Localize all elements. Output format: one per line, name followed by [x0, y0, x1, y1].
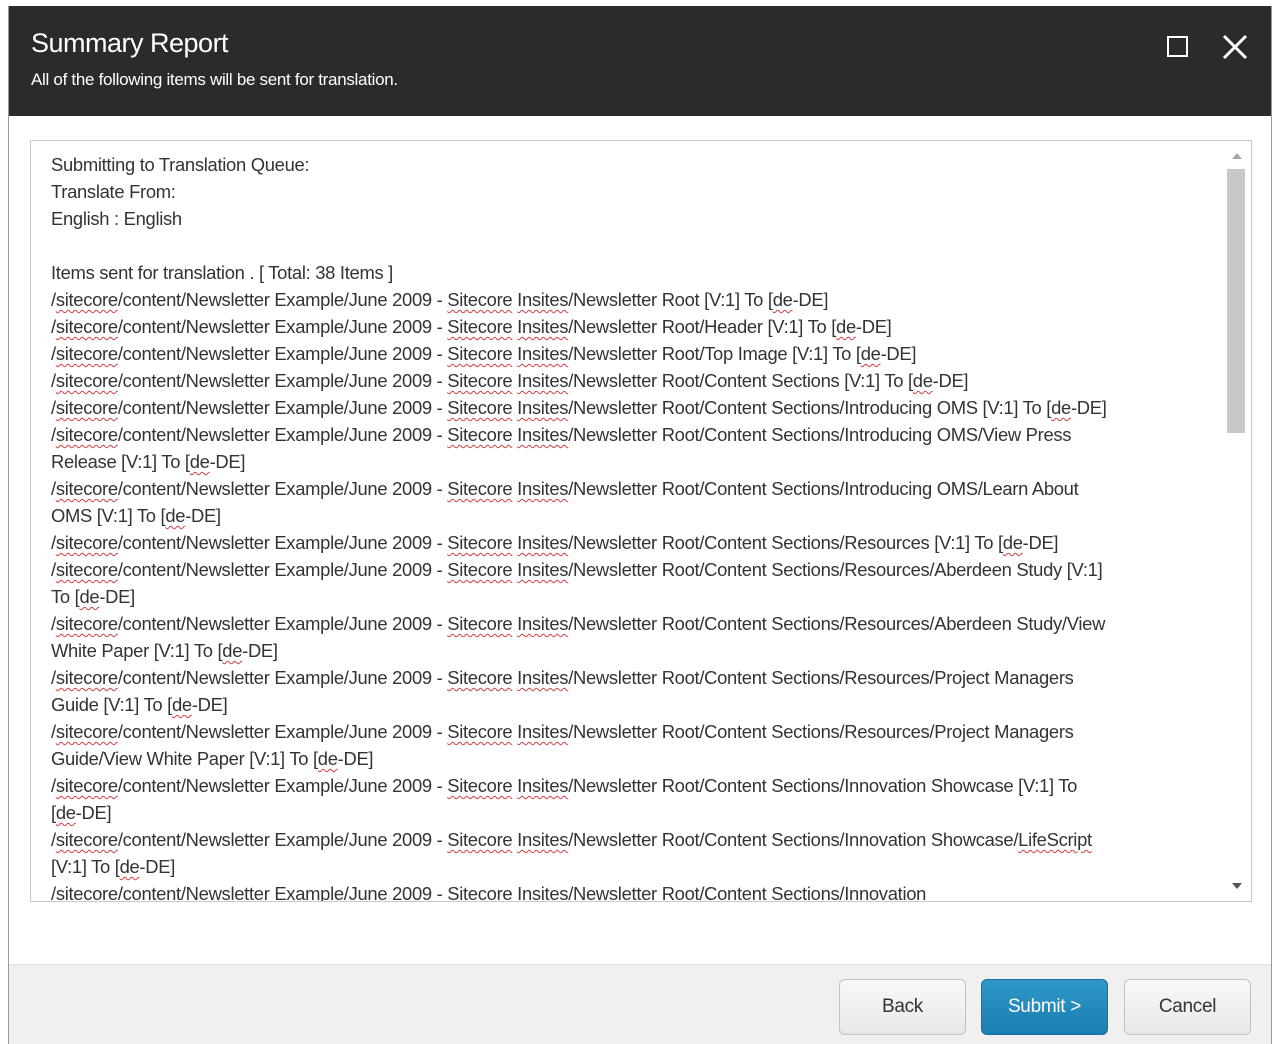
summary-line: /sitecore/content/Newsletter Example/Jun… [51, 613, 1106, 634]
summary-line: /sitecore/content/Newsletter Example/Jun… [51, 775, 1078, 796]
cancel-button[interactable]: Cancel [1124, 979, 1251, 1035]
summary-line: English : English [51, 208, 182, 229]
summary-line: /sitecore/content/Newsletter Example/Jun… [51, 424, 1072, 445]
summary-line: OMS [V:1] To [de-DE] [51, 505, 221, 526]
summary-line: Items sent for translation . [ Total: 38… [51, 262, 393, 283]
summary-line: Translate From: [51, 181, 176, 202]
summary-line: /sitecore/content/Newsletter Example/Jun… [51, 316, 892, 337]
scrollbar-thumb[interactable] [1227, 169, 1245, 433]
summary-line: [de-DE] [51, 802, 112, 823]
summary-line: /sitecore/content/Newsletter Example/Jun… [51, 478, 1079, 499]
maximize-icon[interactable] [1167, 36, 1188, 57]
vertical-scrollbar[interactable] [1223, 141, 1251, 901]
summary-text-area[interactable]: Submitting to Translation Queue: Translat… [30, 140, 1252, 902]
summary-line: /sitecore/content/Newsletter Example/Jun… [51, 559, 1103, 580]
summary-line: [V:1] To [de-DE] [51, 856, 176, 877]
summary-line: Guide [V:1] To [de-DE] [51, 694, 228, 715]
summary-line: /sitecore/content/Newsletter Example/Jun… [51, 829, 1092, 850]
close-icon[interactable] [1220, 32, 1250, 62]
dialog-title: Summary Report [31, 28, 229, 58]
summary-line: White Paper [V:1] To [de-DE] [51, 640, 278, 661]
summary-line: /sitecore/content/Newsletter Example/Jun… [51, 721, 1074, 742]
summary-line: /sitecore/content/Newsletter Example/Jun… [51, 532, 1059, 553]
dialog-subtitle: All of the following items will be sent … [31, 70, 398, 89]
summary-line: Submitting to Translation Queue: [51, 154, 310, 175]
summary-line: To [de-DE] [51, 586, 135, 607]
summary-line [51, 232, 1211, 259]
summary-line: /sitecore/content/Newsletter Example/Jun… [51, 667, 1074, 688]
summary-line: /sitecore/content/Newsletter Example/Jun… [51, 343, 917, 364]
summary-line: Release [V:1] To [de-DE] [51, 451, 246, 472]
summary-line: /sitecore/content/Newsletter Example/Jun… [51, 289, 829, 310]
summary-line: /sitecore/content/Newsletter Example/Jun… [51, 397, 1107, 418]
dialog-header: Summary Report All of the following item… [9, 6, 1271, 116]
dialog-footer: Back Submit > Cancel [9, 964, 1271, 1044]
scroll-down-arrow-icon[interactable] [1232, 883, 1242, 889]
summary-line: Guide/View White Paper [V:1] To [de-DE] [51, 748, 374, 769]
summary-report-dialog: Summary Report All of the following item… [8, 6, 1272, 1044]
summary-line: /sitecore/content/Newsletter Example/Jun… [51, 883, 927, 902]
back-button[interactable]: Back [839, 979, 966, 1035]
scroll-up-arrow-icon[interactable] [1232, 153, 1242, 159]
summary-line: /sitecore/content/Newsletter Example/Jun… [51, 370, 969, 391]
submit-button[interactable]: Submit > [981, 979, 1108, 1035]
summary-text: Submitting to Translation Queue: Translat… [51, 151, 1211, 902]
